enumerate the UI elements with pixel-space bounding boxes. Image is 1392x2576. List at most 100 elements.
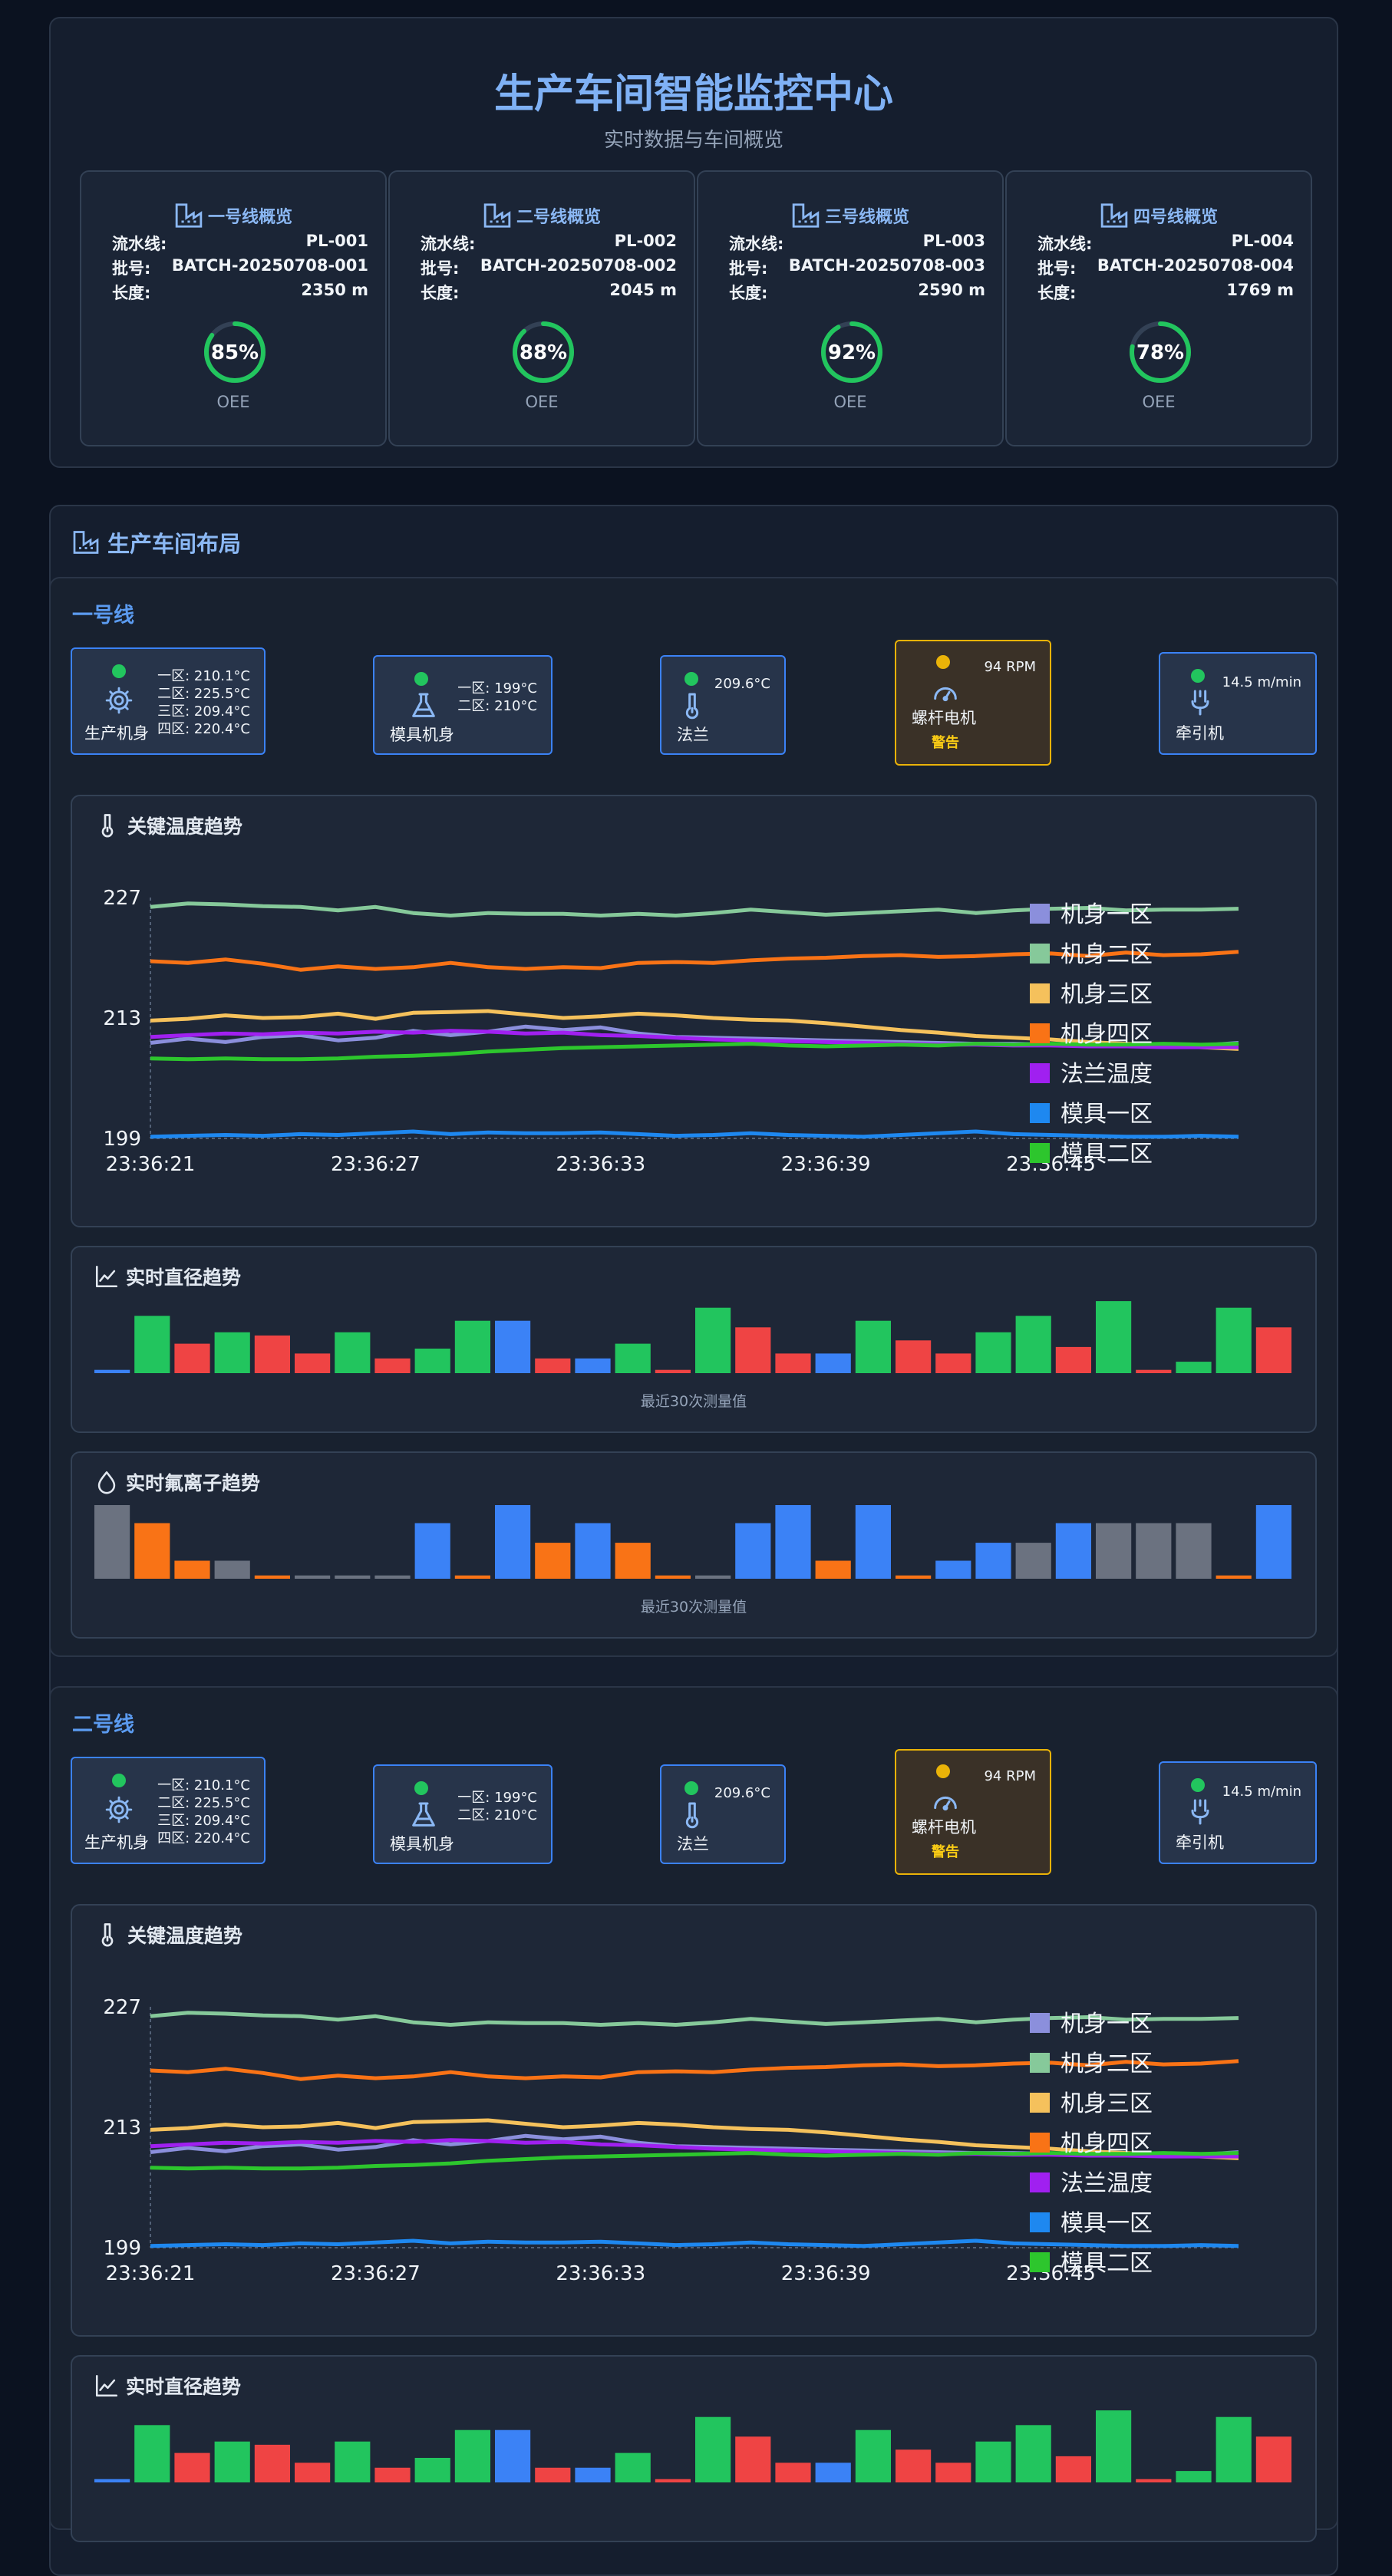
zone-3-reading: 三区: 209.4°C: [157, 703, 250, 720]
fluoride-bar: [655, 1575, 691, 1579]
batch-row: 批号: BATCH-20250708-001: [112, 256, 368, 279]
diameter-bar: [174, 1343, 210, 1373]
legend-label: 机身二区: [1060, 2051, 1153, 2077]
line-id-label: 流水线:: [729, 235, 784, 253]
legend-swatch: [1030, 1143, 1050, 1163]
diameter-bar: [815, 1353, 851, 1373]
legend-swatch: [1030, 904, 1050, 924]
fluoride-bar: [134, 1523, 170, 1579]
layout-section-title: 生产车间布局: [107, 531, 242, 557]
equipment-screw-motor[interactable]: 螺杆电机 94 RPM 警告: [895, 640, 1051, 766]
factory-icon: [1100, 203, 1128, 228]
equipment-screw-motor[interactable]: 螺杆电机 94 RPM 警告: [895, 1749, 1051, 1875]
equipment-mold-body[interactable]: 模具机身 一区: 199°C 二区: 210°C: [373, 1764, 553, 1864]
batch-label: 批号:: [112, 259, 151, 278]
fluoride-trend-title: 实时氟离子趋势: [126, 1472, 261, 1494]
oee-value: 78%: [1136, 341, 1184, 364]
fluoride-bar: [735, 1523, 771, 1579]
equipment-flange[interactable]: 法兰 209.6°C: [660, 1764, 786, 1864]
temperature-trend-chart: 199 213 227 23:36:21 23:36:27 23:36:33 23:36:3…: [103, 1996, 1239, 2285]
x-tick-label: 23:36:27: [331, 1153, 421, 1176]
factory-icon: [73, 531, 99, 554]
legend-label: 法兰温度: [1060, 1061, 1153, 1088]
fluoride-bar: [1176, 1523, 1212, 1579]
diameter-trend-header: 实时直径趋势: [94, 2372, 241, 2400]
status-dot: [936, 655, 950, 669]
legend-swatch: [1030, 2093, 1050, 2113]
flange-temp-reading: 209.6°C: [714, 1785, 770, 1801]
equipment-mold-body[interactable]: 模具机身 一区: 199°C 二区: 210°C: [373, 655, 553, 755]
diameter-bar: [775, 1353, 811, 1373]
equipment-production-body[interactable]: 生产机身 一区: 210.1°C 二区: 225.5°C 三区: 209.4°C…: [71, 647, 266, 755]
legend-label: 模具二区: [1060, 1141, 1153, 1168]
diameter-bar: [935, 1353, 971, 1373]
equipment-puller[interactable]: 牵引机 14.5 m/min: [1159, 1761, 1317, 1864]
diameter-bar: [615, 2452, 651, 2482]
y-tick-label: 199: [103, 1128, 141, 1151]
overview-card-title: 二号线概览: [516, 208, 601, 227]
line-id-value: PL-004: [1231, 232, 1294, 250]
flange-temp-reading: 209.6°C: [714, 676, 770, 692]
diameter-bar: [1216, 2416, 1252, 2482]
fluoride-trend-note: 最近30次测量值: [640, 1599, 747, 1616]
legend-swatch: [1030, 983, 1050, 1003]
legend-label: 机身三区: [1060, 981, 1153, 1008]
line-id-value: PL-001: [305, 232, 368, 250]
legend-label: 机身一区: [1060, 901, 1153, 928]
diameter-bar: [735, 2436, 771, 2482]
x-tick-label: 23:36:27: [331, 2262, 421, 2285]
diameter-bar: [1015, 2425, 1051, 2482]
zone-1-reading: 一区: 210.1°C: [157, 668, 250, 684]
y-tick-label: 213: [103, 1007, 141, 1030]
line-1-section: 一号线 生产机身 一区: 210.1°C 二区: 225.5°C 三区: 209…: [49, 577, 1338, 1657]
diameter-bar: [454, 1320, 490, 1373]
temperature-trend-title: 关键温度趋势: [127, 1925, 243, 1947]
diameter-trend-chart: [94, 1301, 1291, 1373]
series-line-6: [150, 1129, 1239, 1139]
legend-label: 模具一区: [1060, 1101, 1153, 1128]
status-dot: [684, 1781, 698, 1795]
length-value: 2045 m: [609, 281, 677, 299]
equipment-puller[interactable]: 牵引机 14.5 m/min: [1159, 652, 1317, 755]
diameter-bar: [1096, 1301, 1132, 1373]
line-id-row: 流水线: PL-002: [421, 232, 677, 255]
fluoride-bar: [695, 1575, 731, 1579]
gear-icon: [105, 687, 133, 714]
diameter-bar: [214, 1332, 250, 1373]
zone-readings: 一区: 210.1°C 二区: 225.5°C 三区: 209.4°C 四区: …: [157, 1777, 250, 1847]
line-id-value: PL-003: [922, 232, 985, 250]
speed-reading: 14.5 m/min: [1222, 674, 1301, 690]
equipment-name: 模具机身: [390, 726, 454, 744]
batch-row: 批号: BATCH-20250708-002: [421, 256, 677, 279]
legend-swatch: [1030, 1063, 1050, 1083]
fluoride-bar: [1255, 1505, 1291, 1579]
y-tick-label: 199: [103, 2237, 141, 2260]
diameter-bar: [855, 1320, 891, 1373]
x-tick-label: 23:36:39: [781, 2262, 871, 2285]
zone-2-reading: 二区: 225.5°C: [157, 686, 250, 702]
overview-card-3: 三号线概览 流水线: PL-003 批号: BATCH-20250708-003…: [697, 170, 1004, 446]
fluoride-bar: [414, 1523, 450, 1579]
legend-swatch: [1030, 2053, 1050, 2073]
legend-label: 法兰温度: [1060, 2170, 1153, 2197]
diameter-trend-header: 实时直径趋势: [94, 1263, 241, 1290]
zone-readings: 一区: 210.1°C 二区: 225.5°C 三区: 209.4°C 四区: …: [157, 667, 250, 738]
oee-gauge: 78%: [1130, 321, 1191, 383]
diameter-bar: [896, 2449, 932, 2482]
diameter-bar: [735, 1327, 771, 1373]
diameter-bar: [855, 2429, 891, 2482]
length-row: 长度: 2350 m: [112, 281, 368, 304]
equipment-flange[interactable]: 法兰 209.6°C: [660, 655, 786, 755]
diameter-bar: [1055, 1346, 1091, 1373]
zone-4-reading: 四区: 220.4°C: [157, 1830, 250, 1846]
fluoride-trend-card: 实时氟离子趋势 最近30次测量值: [71, 1451, 1317, 1639]
line-chart-icon: [95, 2374, 118, 2397]
zone-4-reading: 四区: 220.4°C: [157, 721, 250, 737]
overview-card-header: 三号线概览: [698, 201, 1002, 230]
line-id-row: 流水线: PL-001: [112, 232, 368, 255]
legend-label: 机身四区: [1060, 1021, 1153, 1048]
diameter-bar: [335, 2441, 371, 2482]
legend-swatch: [1030, 2212, 1050, 2232]
diameter-bar: [896, 1340, 932, 1373]
equipment-production-body[interactable]: 生产机身 一区: 210.1°C 二区: 225.5°C 三区: 209.4°C…: [71, 1757, 266, 1864]
